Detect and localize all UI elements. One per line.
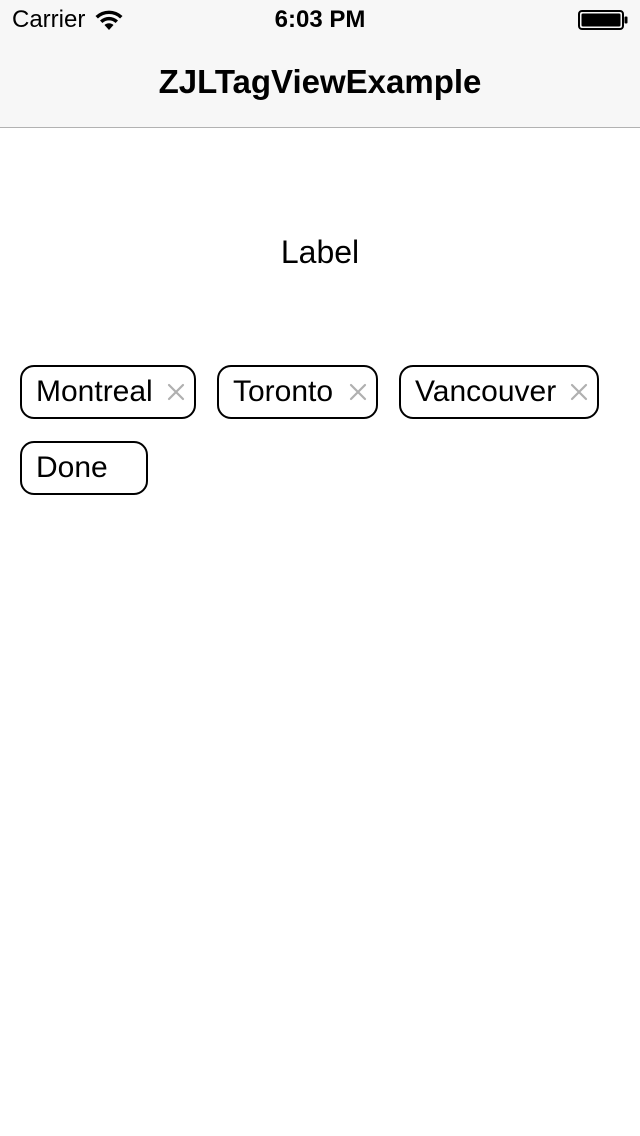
tag-done[interactable]: Done [20,441,148,495]
tag-label: Montreal [36,375,153,408]
label-text: Label [280,234,360,270]
close-icon[interactable] [348,382,368,402]
tag-vancouver[interactable]: Vancouver [399,365,599,419]
tag-label: Vancouver [415,375,557,408]
tag-toronto[interactable]: Toronto [217,365,378,419]
nav-title: ZJLTagView​Example [158,63,482,100]
status-bar: Carrier 6:03 PM [0,0,640,40]
tag-montreal[interactable]: Montreal [20,365,196,419]
close-icon[interactable] [166,382,186,402]
battery-icon [578,10,628,30]
status-time: 6:03 PM [274,6,366,33]
close-icon[interactable] [569,382,589,402]
navigation-bar: ZJLTagView​Example [0,40,640,128]
tag-label: Done [36,451,108,484]
tag-label: Toronto [233,375,334,408]
